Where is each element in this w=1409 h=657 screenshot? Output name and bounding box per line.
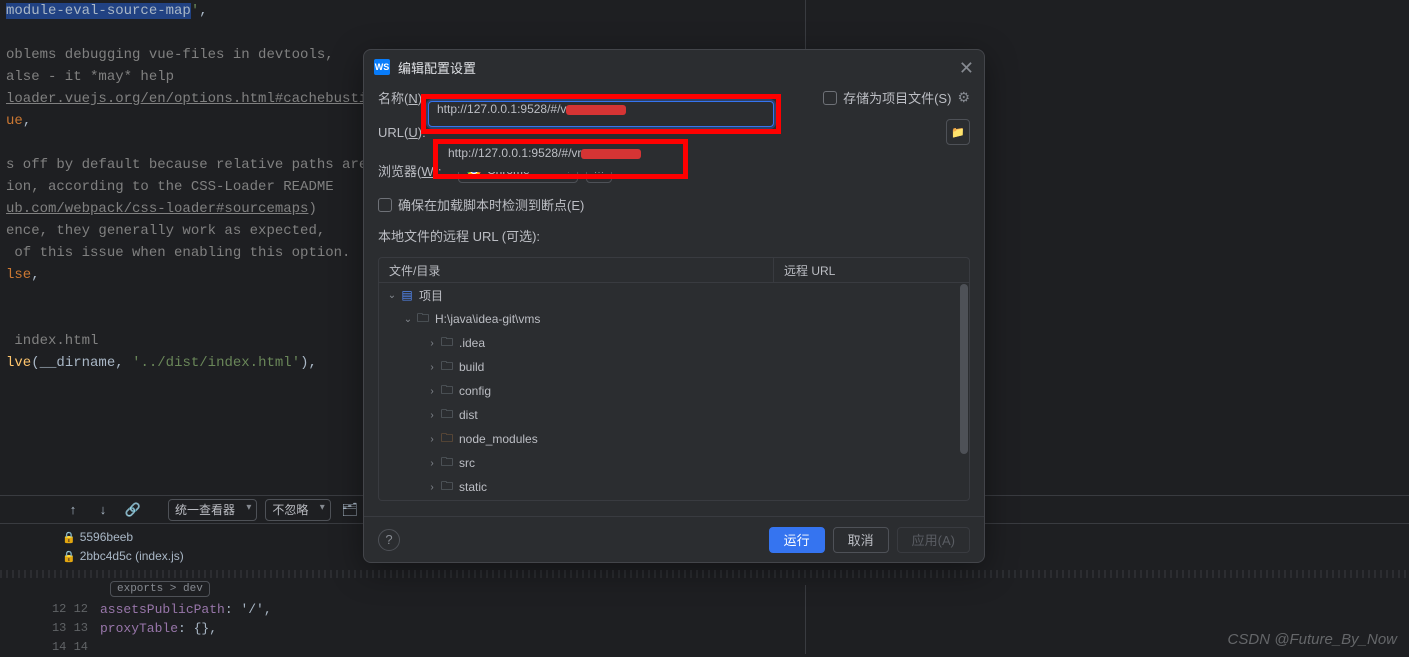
breadcrumb-row: exports > dev <box>0 578 1409 600</box>
breakpoint-row: 确保在加载脚本时检测到断点(E) <box>378 195 970 214</box>
scrollbar[interactable] <box>960 284 968 454</box>
redacted-text <box>581 149 641 159</box>
name-input[interactable]: http://127.0.0.1:9528/#/v <box>428 101 774 127</box>
col-remote-url[interactable]: 远程 URL <box>774 258 845 282</box>
ignore-select[interactable]: 不忽略 <box>265 499 330 521</box>
breakpoint-checkbox[interactable] <box>378 198 392 212</box>
breadcrumb[interactable]: exports > dev <box>110 581 210 597</box>
tree-row[interactable]: ›🗀static <box>379 475 969 499</box>
tree-row[interactable]: ›🗀node_modules <box>379 427 969 451</box>
file-tree-header: 文件/目录 远程 URL <box>378 257 970 283</box>
highlight-icon[interactable]: 🗂 <box>339 499 361 521</box>
tree-row[interactable]: ›🗀src <box>379 451 969 475</box>
dialog-footer: ? 运行 取消 应用(A) <box>364 516 984 562</box>
cancel-button[interactable]: 取消 <box>833 527 889 553</box>
tree-row[interactable]: ›🗀build <box>379 355 969 379</box>
tree-row[interactable]: ›🗀dist <box>379 403 969 427</box>
tree-row[interactable]: ⌄▤项目 <box>379 283 969 307</box>
store-label: 存储为项目文件(S) <box>843 88 951 107</box>
tree-row[interactable]: JS.eslintrc.js <box>379 499 969 501</box>
lock-icon: 🔒 <box>62 532 76 544</box>
tree-row[interactable]: ›🗀.idea <box>379 331 969 355</box>
url-input[interactable]: http://127.0.0.1:9528/#/vr <box>440 146 681 172</box>
tree-row[interactable]: ⌄🗀H:\java\idea-git\vms <box>379 307 969 331</box>
col-file-dir[interactable]: 文件/目录 <box>379 258 774 282</box>
watermark-text: CSDN @Future_By_Now <box>1228 631 1397 648</box>
store-checkbox[interactable] <box>823 91 837 105</box>
code-line[interactable]: 13 13 proxyTable: {}, <box>0 619 1409 638</box>
dialog-title: 编辑配置设置 <box>398 58 476 77</box>
webstorm-icon: WS <box>374 59 390 75</box>
breakpoint-label: 确保在加载脚本时检测到断点(E) <box>398 195 584 214</box>
next-change-icon[interactable]: ↓ <box>92 499 114 521</box>
code-line[interactable]: 12 12 assetsPublicPath: '/', <box>0 600 1409 619</box>
remote-url-label: 本地文件的远程 URL (可选): <box>378 226 970 245</box>
tree-row[interactable]: ›🗀config <box>379 379 969 403</box>
gear-icon[interactable]: ⚙ <box>957 89 970 106</box>
highlight-name-box: http://127.0.0.1:9528/#/v <box>421 94 781 134</box>
viewer-select[interactable]: 统一查看器 <box>168 499 257 521</box>
diff-code-area: exports > dev 12 12 assetsPublicPath: '/… <box>0 570 1409 657</box>
apply-button[interactable]: 应用(A) <box>897 527 970 553</box>
wave-divider <box>0 570 1409 578</box>
lock-icon: 🔒 <box>62 551 76 563</box>
help-icon[interactable]: ? <box>378 529 400 551</box>
redacted-text <box>566 105 626 115</box>
run-button[interactable]: 运行 <box>769 527 825 553</box>
highlight-url-box: http://127.0.0.1:9528/#/vr <box>433 139 688 179</box>
browse-folder-icon[interactable]: 📁 <box>946 119 970 145</box>
prev-change-icon[interactable]: ↑ <box>62 499 84 521</box>
close-icon[interactable]: ✕ <box>959 58 974 79</box>
dialog-titlebar: WS 编辑配置设置 ✕ <box>364 50 984 84</box>
file-tree[interactable]: ⌄▤项目⌄🗀H:\java\idea-git\vms›🗀.idea›🗀build… <box>378 283 970 501</box>
link-icon[interactable]: 🔗 <box>122 499 144 521</box>
code-line[interactable]: 14 14 <box>0 638 1409 657</box>
